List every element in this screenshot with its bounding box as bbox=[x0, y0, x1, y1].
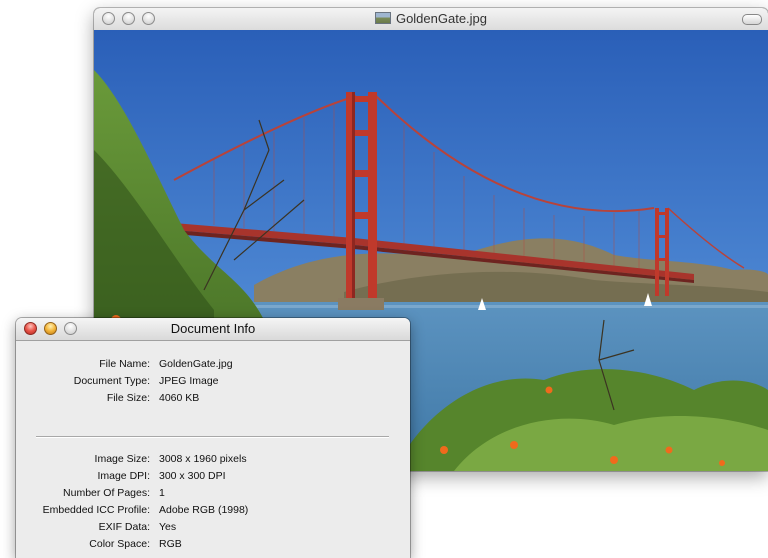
info-value: 300 x 300 DPI bbox=[159, 470, 226, 482]
tower-base bbox=[338, 298, 384, 310]
separator bbox=[36, 436, 389, 438]
info-row-exif-data: EXIF Data: Yes bbox=[16, 519, 410, 535]
info-label: Document Type: bbox=[73, 375, 150, 387]
info-value: 1 bbox=[159, 487, 165, 499]
info-row-file-size: File Size: 4060 KB bbox=[16, 390, 410, 406]
info-label: EXIF Data: bbox=[98, 521, 150, 533]
info-label: File Size: bbox=[106, 392, 150, 404]
info-row-image-size: Image Size: 3008 x 1960 pixels bbox=[16, 451, 410, 467]
info-value: 4060 KB bbox=[159, 392, 200, 404]
toolbar-toggle-button[interactable] bbox=[742, 14, 762, 25]
document-info-body: File Name: GoldenGate.jpg Document Type:… bbox=[16, 341, 410, 558]
info-value: Yes bbox=[159, 521, 177, 533]
info-label: Image DPI: bbox=[97, 470, 150, 482]
image-window-titlebar[interactable]: GoldenGate.jpg bbox=[94, 8, 768, 31]
image-document-icon bbox=[374, 12, 391, 24]
info-value: Adobe RGB (1998) bbox=[159, 504, 249, 516]
info-row-number-of-pages: Number Of Pages: 1 bbox=[16, 485, 410, 501]
document-info-title: Document Info bbox=[170, 321, 256, 336]
info-label: File Name: bbox=[99, 358, 150, 370]
info-row-icc-profile: Embedded ICC Profile: Adobe RGB (1998) bbox=[16, 502, 410, 518]
window-title-text: GoldenGate.jpg bbox=[395, 11, 488, 26]
document-info-titlebar[interactable]: Document Info bbox=[16, 318, 410, 341]
document-info-window: Document Info File Name: GoldenGate.jpg … bbox=[16, 318, 410, 558]
info-value: GoldenGate.jpg bbox=[159, 358, 233, 370]
info-row-file-name: File Name: GoldenGate.jpg bbox=[16, 356, 410, 372]
info-label: Image Size: bbox=[94, 453, 150, 465]
info-row-image-dpi: Image DPI: 300 x 300 DPI bbox=[16, 468, 410, 484]
info-value: JPEG Image bbox=[159, 375, 219, 387]
window-title: GoldenGate.jpg bbox=[94, 11, 768, 26]
info-row-document-type: Document Type: JPEG Image bbox=[16, 373, 410, 389]
info-label: Number Of Pages: bbox=[63, 487, 150, 499]
info-label: Embedded ICC Profile: bbox=[42, 504, 150, 516]
tower-shadow bbox=[352, 92, 355, 307]
info-value: 3008 x 1960 pixels bbox=[159, 453, 247, 465]
